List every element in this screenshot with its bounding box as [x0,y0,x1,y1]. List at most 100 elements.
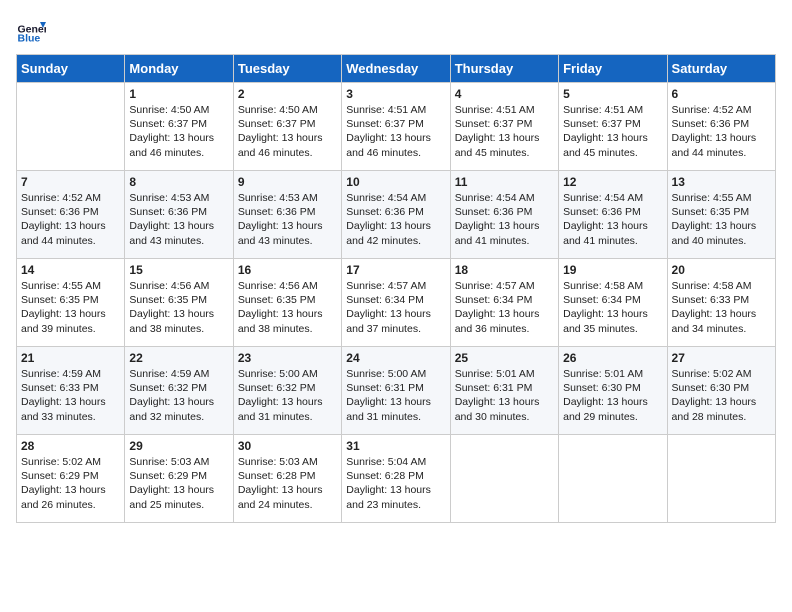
day-header-wednesday: Wednesday [342,55,450,83]
day-number: 1 [129,87,228,101]
calendar-cell: 3Sunrise: 4:51 AM Sunset: 6:37 PM Daylig… [342,83,450,171]
calendar-cell: 25Sunrise: 5:01 AM Sunset: 6:31 PM Dayli… [450,347,558,435]
calendar-cell: 24 Sunrise: 5:00 AM Sunset: 6:31 PM Dayli… [342,347,450,435]
day-number: 15 [129,263,228,277]
cell-content: Sunrise: 4:52 AM Sunset: 6:36 PM Dayligh… [672,103,771,160]
calendar-cell: 22Sunrise: 4:59 AM Sunset: 6:32 PM Dayli… [125,347,233,435]
day-number: 4 [455,87,554,101]
calendar-cell: 28Sunrise: 5:02 AM Sunset: 6:29 PM Dayli… [17,435,125,523]
day-number: 8 [129,175,228,189]
calendar-cell: 31 Sunrise: 5:04 AM Sunset: 6:28 PM Dayli… [342,435,450,523]
cell-content: Sunrise: 4:57 AM Sunset: 6:34 PM Dayligh… [346,279,445,336]
calendar-cell: 6 Sunrise: 4:52 AM Sunset: 6:36 PM Daylig… [667,83,775,171]
day-number: 30 [238,439,337,453]
day-number: 7 [21,175,120,189]
calendar-cell: 13Sunrise: 4:55 AM Sunset: 6:35 PM Dayli… [667,171,775,259]
week-row-1: 1Sunrise: 4:50 AM Sunset: 6:37 PM Daylig… [17,83,776,171]
cell-content: Sunrise: 4:54 AM Sunset: 6:36 PM Dayligh… [455,191,554,248]
cell-content: Sunrise: 4:56 AM Sunset: 6:35 PM Dayligh… [129,279,228,336]
day-number: 20 [672,263,771,277]
day-header-saturday: Saturday [667,55,775,83]
calendar-cell: 1Sunrise: 4:50 AM Sunset: 6:37 PM Daylig… [125,83,233,171]
day-header-tuesday: Tuesday [233,55,341,83]
calendar-cell: 15 Sunrise: 4:56 AM Sunset: 6:35 PM Dayli… [125,259,233,347]
week-row-3: 14Sunrise: 4:55 AM Sunset: 6:35 PM Dayli… [17,259,776,347]
cell-content: Sunrise: 4:59 AM Sunset: 6:33 PM Dayligh… [21,367,120,424]
day-number: 23 [238,351,337,365]
day-number: 17 [346,263,445,277]
calendar-cell: 7 Sunrise: 4:52 AM Sunset: 6:36 PM Daylig… [17,171,125,259]
calendar-cell: 8 Sunrise: 4:53 AM Sunset: 6:36 PM Daylig… [125,171,233,259]
calendar-header-row: SundayMondayTuesdayWednesdayThursdayFrid… [17,55,776,83]
calendar-cell [17,83,125,171]
cell-content: Sunrise: 4:51 AM Sunset: 6:37 PM Dayligh… [563,103,662,160]
calendar-cell: 16 Sunrise: 4:56 AM Sunset: 6:35 PM Dayli… [233,259,341,347]
day-number: 6 [672,87,771,101]
day-number: 31 [346,439,445,453]
day-number: 29 [129,439,228,453]
day-header-friday: Friday [559,55,667,83]
svg-text:Blue: Blue [18,33,41,45]
cell-content: Sunrise: 4:56 AM Sunset: 6:35 PM Dayligh… [238,279,337,336]
day-number: 24 [346,351,445,365]
calendar-cell: 17 Sunrise: 4:57 AM Sunset: 6:34 PM Dayli… [342,259,450,347]
cell-content: Sunrise: 5:04 AM Sunset: 6:28 PM Dayligh… [346,455,445,512]
cell-content: Sunrise: 4:55 AM Sunset: 6:35 PM Dayligh… [21,279,120,336]
day-number: 12 [563,175,662,189]
cell-content: Sunrise: 4:51 AM Sunset: 6:37 PM Dayligh… [455,103,554,160]
cell-content: Sunrise: 4:58 AM Sunset: 6:33 PM Dayligh… [672,279,771,336]
week-row-2: 7 Sunrise: 4:52 AM Sunset: 6:36 PM Daylig… [17,171,776,259]
calendar-cell: 20 Sunrise: 4:58 AM Sunset: 6:33 PM Dayli… [667,259,775,347]
cell-content: Sunrise: 5:03 AM Sunset: 6:28 PM Dayligh… [238,455,337,512]
cell-content: Sunrise: 4:53 AM Sunset: 6:36 PM Dayligh… [129,191,228,248]
day-number: 18 [455,263,554,277]
day-number: 19 [563,263,662,277]
day-number: 2 [238,87,337,101]
day-number: 27 [672,351,771,365]
calendar-cell: 4 Sunrise: 4:51 AM Sunset: 6:37 PM Daylig… [450,83,558,171]
calendar-cell: 2Sunrise: 4:50 AM Sunset: 6:37 PM Daylig… [233,83,341,171]
day-number: 5 [563,87,662,101]
cell-content: Sunrise: 4:54 AM Sunset: 6:36 PM Dayligh… [563,191,662,248]
calendar-cell [667,435,775,523]
calendar-cell: 19 Sunrise: 4:58 AM Sunset: 6:34 PM Dayli… [559,259,667,347]
calendar-cell: 23 Sunrise: 5:00 AM Sunset: 6:32 PM Dayli… [233,347,341,435]
logo: General Blue [16,16,50,46]
cell-content: Sunrise: 4:58 AM Sunset: 6:34 PM Dayligh… [563,279,662,336]
day-header-monday: Monday [125,55,233,83]
calendar-table: SundayMondayTuesdayWednesdayThursdayFrid… [16,54,776,523]
logo-icon: General Blue [16,16,46,46]
cell-content: Sunrise: 4:51 AM Sunset: 6:37 PM Dayligh… [346,103,445,160]
cell-content: Sunrise: 5:00 AM Sunset: 6:32 PM Dayligh… [238,367,337,424]
day-number: 16 [238,263,337,277]
week-row-4: 21Sunrise: 4:59 AM Sunset: 6:33 PM Dayli… [17,347,776,435]
cell-content: Sunrise: 5:00 AM Sunset: 6:31 PM Dayligh… [346,367,445,424]
calendar-cell: 14Sunrise: 4:55 AM Sunset: 6:35 PM Dayli… [17,259,125,347]
cell-content: Sunrise: 5:01 AM Sunset: 6:31 PM Dayligh… [455,367,554,424]
day-number: 11 [455,175,554,189]
cell-content: Sunrise: 5:03 AM Sunset: 6:29 PM Dayligh… [129,455,228,512]
cell-content: Sunrise: 4:59 AM Sunset: 6:32 PM Dayligh… [129,367,228,424]
calendar-cell: 9 Sunrise: 4:53 AM Sunset: 6:36 PM Daylig… [233,171,341,259]
calendar-cell: 27 Sunrise: 5:02 AM Sunset: 6:30 PM Dayli… [667,347,775,435]
day-number: 13 [672,175,771,189]
calendar-cell: 30 Sunrise: 5:03 AM Sunset: 6:28 PM Dayli… [233,435,341,523]
day-header-sunday: Sunday [17,55,125,83]
calendar-cell [559,435,667,523]
calendar-cell: 29 Sunrise: 5:03 AM Sunset: 6:29 PM Dayli… [125,435,233,523]
calendar-cell [450,435,558,523]
day-number: 9 [238,175,337,189]
cell-content: Sunrise: 4:53 AM Sunset: 6:36 PM Dayligh… [238,191,337,248]
page-header: General Blue [16,16,776,46]
week-row-5: 28Sunrise: 5:02 AM Sunset: 6:29 PM Dayli… [17,435,776,523]
calendar-cell: 26 Sunrise: 5:01 AM Sunset: 6:30 PM Dayli… [559,347,667,435]
cell-content: Sunrise: 5:01 AM Sunset: 6:30 PM Dayligh… [563,367,662,424]
day-number: 28 [21,439,120,453]
cell-content: Sunrise: 4:54 AM Sunset: 6:36 PM Dayligh… [346,191,445,248]
calendar-cell: 12 Sunrise: 4:54 AM Sunset: 6:36 PM Dayli… [559,171,667,259]
day-number: 26 [563,351,662,365]
calendar-body: 1Sunrise: 4:50 AM Sunset: 6:37 PM Daylig… [17,83,776,523]
cell-content: Sunrise: 4:57 AM Sunset: 6:34 PM Dayligh… [455,279,554,336]
cell-content: Sunrise: 5:02 AM Sunset: 6:30 PM Dayligh… [672,367,771,424]
cell-content: Sunrise: 4:52 AM Sunset: 6:36 PM Dayligh… [21,191,120,248]
